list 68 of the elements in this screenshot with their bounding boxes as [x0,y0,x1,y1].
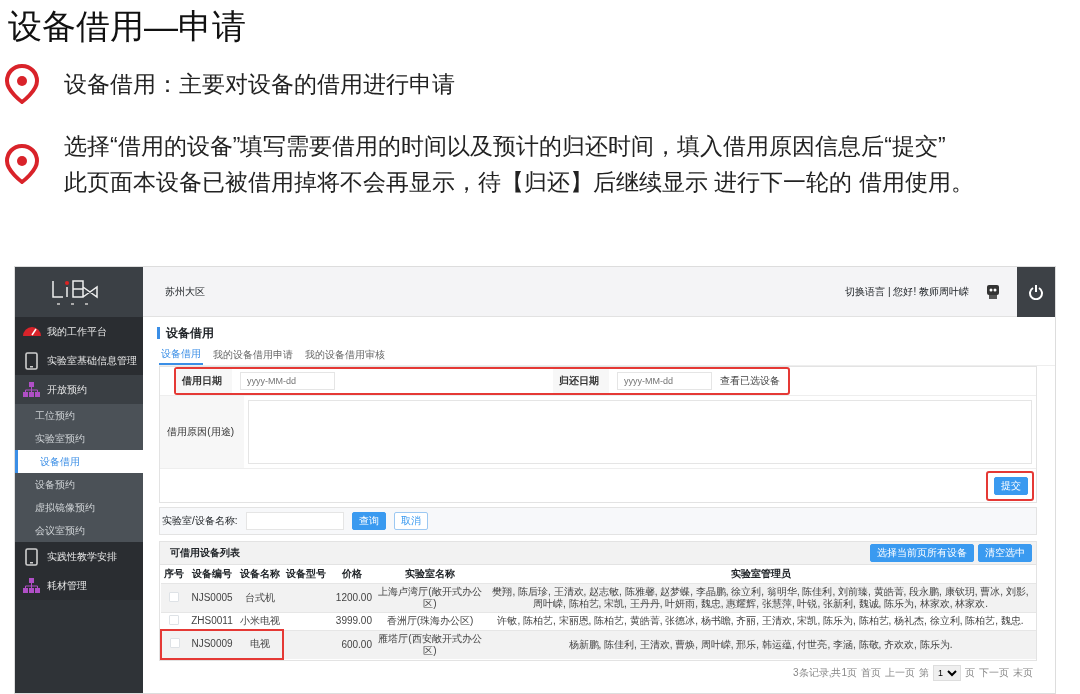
bullet-text: 设备借用：主要对设备的借用进行申请 [64,70,455,99]
next-page-link[interactable]: 下一页 [979,666,1009,679]
tab[interactable]: 设备借用 [159,345,203,365]
record-count: 3条记录,共1页 [793,666,857,679]
region-label: 苏州大区 [165,285,205,298]
row-checkbox[interactable] [169,615,179,625]
reason-field[interactable] [248,400,1032,464]
table-cell: 电视 [237,630,283,659]
table-cell: 杨新鹏, 陈佳利, 王清欢, 曹焕, 周叶嵘, 邢乐, 韩运蕴, 付世亮, 李涵, 陈敬, 齐欢欢, 陈乐为. [485,630,1036,659]
search-button[interactable]: 查询 [351,512,386,530]
location-pin-icon [2,64,42,104]
sidebar-subitem[interactable]: 工位预约 [15,404,143,427]
tab[interactable]: 我的设备借用审核 [303,345,387,365]
sidebar-item[interactable]: 开放预约 [47,383,87,396]
hierarchy-icon [21,576,42,595]
table-cell: NJS0005 [187,583,237,613]
table-cell: 樊翔, 陈后珍, 王清欢, 赵志敏, 陈雅馨, 赵梦蝶, 李晶鹏, 徐立利, 翁明华, 陈佳利, 刘前臻, 黄皓菁, 段永鹏, 康钦玥, 曹冰, 刘影, 周叶嵘, 陈柏艺, 宋凯, 王丹丹, 叶妍雨, 魏忠, 惠耀辉, 张慧萍, 叶锐, 张新利, 魏诚, 陈乐为, 林家欢, 林家欢. [485,583,1036,613]
user-avatar-icon [985,283,1001,300]
row-checkbox[interactable] [169,592,179,602]
sidebar-subitem[interactable]: 设备预约 [15,473,143,496]
sidebar-subitem[interactable]: 会议室预约 [15,519,143,542]
date-field[interactable]: yyyy-MM-dd [617,372,712,390]
table-cell: 台式机 [237,583,283,613]
tab[interactable]: 我的设备借用申请 [211,345,295,365]
bullet-text: 选择“借用的设备”填写需要借用的时间以及预计的归还时间，填入借用原因信息后“提交” [64,132,947,161]
page-label: 第 [919,666,929,679]
hierarchy-icon [21,380,42,399]
field-label: 借用日期 [176,369,232,393]
table-cell: 600.00 [329,630,375,659]
page-title: 设备借用 [157,327,1055,339]
sidebar-subitem[interactable]: 实验室预约 [15,427,143,450]
sidebar-item[interactable]: 耗材管理 [47,579,87,592]
search-label: 实验室/设备名称: [162,515,238,527]
column-header: 设备名称 [237,565,283,584]
table-cell: 1200.00 [329,583,375,613]
sidebar-subitem[interactable]: 虚拟镜像预约 [15,496,143,519]
list-title: 可借用设备列表 [170,547,241,559]
page-label: 页 [965,666,975,679]
last-page-link[interactable]: 末页 [1013,666,1033,679]
first-page-link[interactable]: 首页 [861,666,881,679]
field-label: 借用原因(用途) [160,396,244,468]
column-header: 序号 [161,565,187,584]
cancel-button[interactable]: 取消 [393,512,428,530]
clear-selection-button[interactable]: 清空选中 [978,544,1032,562]
power-button[interactable] [1017,266,1055,317]
table-cell: 上海卢湾厅(敞开式办公区) [375,583,485,613]
submit-button[interactable]: 提交 [994,476,1028,495]
column-header: 实验室名称 [375,565,485,584]
date-field[interactable]: yyyy-MM-dd [240,372,335,390]
search-field[interactable] [245,512,344,530]
previous-page-link[interactable]: 上一页 [885,666,915,679]
view-selected-link[interactable]: 查看已选设备 [720,375,780,387]
column-header: 设备编号 [187,565,237,584]
column-header: 价格 [329,565,375,584]
row-checkbox[interactable] [169,638,180,649]
select-all-button[interactable]: 选择当前页所有设备 [870,544,974,562]
location-pin-icon [2,144,42,184]
power-icon [1028,283,1044,300]
column-header: 实验室管理员 [485,565,1036,584]
field-label: 归还日期 [553,369,609,393]
table-cell: NJS0009 [187,630,237,659]
slide-title: 设备借用—申请 [8,6,247,46]
user-links[interactable]: 切换语言 | 您好! 教师周叶嵘 [845,285,969,298]
table-cell: 雁塔厅(西安敞开式办公区) [375,630,485,659]
page-select[interactable]: 1 [933,664,961,681]
sidebar-subitem[interactable]: 设备借用 [15,450,143,473]
column-header: 设备型号 [283,565,329,584]
bullet-text: 此页面本设备已被借用掉将不会再显示，待【归还】后继续显示 进行下一轮的 借用使用。 [64,168,974,197]
